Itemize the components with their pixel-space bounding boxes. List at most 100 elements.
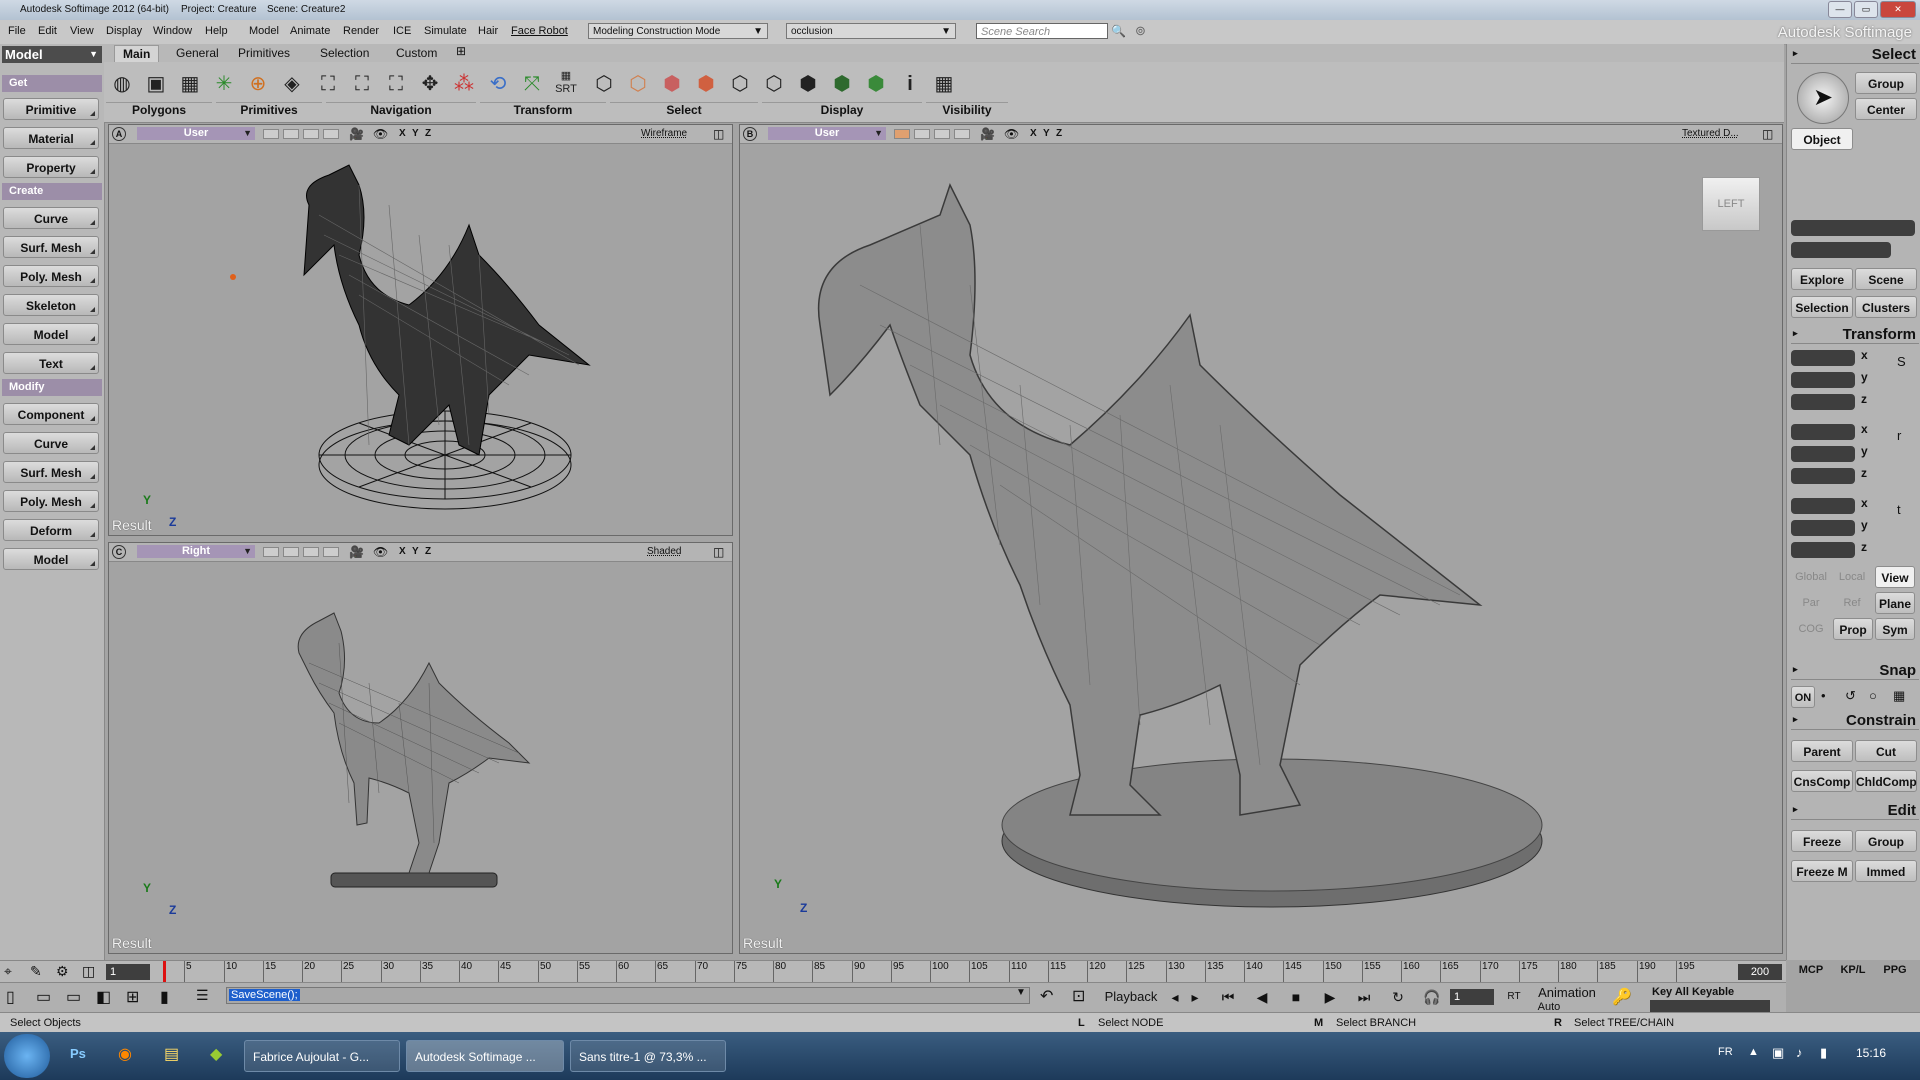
- create-header[interactable]: Create: [2, 183, 102, 200]
- get-property-button[interactable]: Property: [3, 156, 99, 178]
- create-poly-mesh-button[interactable]: Poly. Mesh: [3, 265, 99, 287]
- modify-deform-button[interactable]: Deform: [3, 519, 99, 541]
- info-icon[interactable]: i: [896, 70, 924, 98]
- module-selector[interactable]: Model ▼: [2, 46, 102, 63]
- key-all-keyable[interactable]: Key All Keyable: [1652, 985, 1782, 999]
- explore-button[interactable]: Explore: [1791, 268, 1853, 290]
- firefox-icon[interactable]: ◉: [118, 1044, 132, 1064]
- task-photoshop[interactable]: Sans titre-1 @ 73,3% ...: [570, 1040, 726, 1072]
- select-header[interactable]: Select: [1791, 46, 1919, 64]
- chldcomp-button[interactable]: ChldComp: [1855, 770, 1917, 792]
- prev-key-icon[interactable]: ◂: [1166, 987, 1184, 1007]
- ref-button[interactable]: Ref: [1831, 592, 1873, 614]
- minimize-icon[interactable]: —: [1828, 1, 1852, 18]
- pass-combo[interactable]: occlusion ▼: [786, 23, 956, 39]
- app-icon[interactable]: ◆: [210, 1044, 222, 1064]
- get-header[interactable]: Get: [2, 75, 102, 92]
- scale-z-field[interactable]: [1791, 394, 1855, 410]
- translate-z-field[interactable]: [1791, 542, 1855, 558]
- language-indicator[interactable]: FR: [1718, 1046, 1733, 1058]
- create-text-button[interactable]: Text: [3, 352, 99, 374]
- end-frame-field[interactable]: 200: [1738, 964, 1782, 980]
- select-group-button[interactable]: Group: [1855, 72, 1917, 94]
- layout-quad-icon[interactable]: ⊞: [126, 987, 139, 1007]
- volume-icon[interactable]: ♪: [1796, 1045, 1803, 1060]
- immed-button[interactable]: Immed: [1855, 860, 1917, 882]
- layout-bottom-icon[interactable]: ▭: [66, 987, 81, 1007]
- translate-icon[interactable]: ⤧: [518, 70, 546, 98]
- tray-arrow-icon[interactable]: ▲: [1748, 1046, 1759, 1058]
- network-icon[interactable]: ▣: [1772, 1045, 1784, 1061]
- snap-point-icon[interactable]: •: [1821, 688, 1826, 703]
- history-icon[interactable]: ⊚: [1135, 23, 1146, 39]
- create-skeleton-button[interactable]: Skeleton: [3, 294, 99, 316]
- cog-button[interactable]: COG: [1791, 618, 1831, 640]
- clusters-button[interactable]: Clusters: [1855, 296, 1917, 318]
- get-material-button[interactable]: Material: [3, 127, 99, 149]
- scale-icon[interactable]: S: [1897, 354, 1906, 369]
- layout-side-icon[interactable]: ▮: [160, 987, 169, 1007]
- start-frame-field[interactable]: 1: [106, 964, 150, 980]
- next-key-icon[interactable]: ▸: [1186, 987, 1204, 1007]
- wireframe-icon[interactable]: ⬡: [726, 70, 754, 98]
- viewport-a[interactable]: A User▼ 🎥 👁 X Y Z Wireframe ◫ Y Z Resul: [108, 124, 733, 536]
- menu-ice[interactable]: ICE: [393, 25, 411, 37]
- textured-icon[interactable]: ⬢: [828, 70, 856, 98]
- task-browser[interactable]: Fabrice Aujoulat - G...: [244, 1040, 400, 1072]
- kpl-tab[interactable]: KP/L: [1833, 960, 1873, 980]
- select-polygon-icon[interactable]: ⬢: [692, 70, 720, 98]
- select-point-icon[interactable]: ⬡: [624, 70, 652, 98]
- translate-y-field[interactable]: [1791, 520, 1855, 536]
- keying-set-field[interactable]: [1650, 1000, 1770, 1012]
- global-button[interactable]: Global: [1791, 566, 1831, 588]
- snap-surface-icon[interactable]: ○: [1869, 688, 1877, 703]
- group-polygons[interactable]: Polygons: [106, 102, 212, 117]
- scale-y-field[interactable]: [1791, 372, 1855, 388]
- modify-poly-mesh-button[interactable]: Poly. Mesh: [3, 490, 99, 512]
- null-icon[interactable]: ✳: [210, 70, 238, 98]
- cnscomp-button[interactable]: CnsComp: [1791, 770, 1853, 792]
- parent-button[interactable]: Parent: [1791, 740, 1853, 762]
- select-object-icon[interactable]: ⬡: [590, 70, 618, 98]
- plane-button[interactable]: Plane: [1875, 592, 1915, 614]
- scene-button[interactable]: Scene: [1855, 268, 1917, 290]
- group-navigation[interactable]: Navigation: [326, 102, 476, 117]
- group-visibility[interactable]: Visibility: [926, 102, 1008, 117]
- filter-field[interactable]: [1791, 242, 1891, 258]
- menu-animate[interactable]: Animate: [290, 25, 330, 37]
- viewport-b[interactable]: B User ▼ 🎥 👁 X Y Z Textured D... ◫ LEFT Y…: [739, 124, 1783, 954]
- scene-search-input[interactable]: Scene Search: [976, 23, 1108, 39]
- realtime-toggle[interactable]: RT: [1502, 989, 1526, 1005]
- prop-button[interactable]: Prop: [1833, 618, 1873, 640]
- playback-menu-button[interactable]: Playback: [1102, 987, 1160, 1007]
- sphere-icon[interactable]: ◍: [108, 70, 136, 98]
- key-icon[interactable]: 🔑: [1612, 987, 1632, 1007]
- task-softimage[interactable]: Autodesk Softimage ...: [406, 1040, 564, 1072]
- create-surf-mesh-button[interactable]: Surf. Mesh: [3, 236, 99, 258]
- tab-main[interactable]: Main: [114, 45, 160, 62]
- snap-header[interactable]: Snap: [1791, 662, 1919, 680]
- stop-icon[interactable]: ■: [1284, 987, 1308, 1007]
- menu-render[interactable]: Render: [343, 25, 379, 37]
- visibility-grid-icon[interactable]: ▦: [930, 70, 958, 98]
- snap-on-button[interactable]: ON: [1791, 686, 1815, 708]
- frame-all-icon[interactable]: ⛶: [348, 70, 376, 98]
- freeze-button[interactable]: Freeze: [1791, 830, 1853, 852]
- close-icon[interactable]: ✕: [1880, 1, 1916, 18]
- panel-icon[interactable]: ◫: [82, 963, 95, 980]
- select-arrow-icon[interactable]: ➤: [1797, 72, 1849, 124]
- tab-primitives[interactable]: Primitives: [230, 45, 298, 61]
- tab-general[interactable]: General: [168, 45, 227, 61]
- shaded-icon[interactable]: ⬢: [794, 70, 822, 98]
- cube-icon[interactable]: ▣: [142, 70, 170, 98]
- menu-display[interactable]: Display: [106, 25, 142, 37]
- frame-icon[interactable]: ⛶: [314, 70, 342, 98]
- command-line-input[interactable]: SaveScene();: [226, 987, 1030, 1004]
- loop-icon[interactable]: ↻: [1386, 987, 1410, 1007]
- par-button[interactable]: Par: [1791, 592, 1831, 614]
- search-icon[interactable]: 🔍: [1111, 24, 1126, 38]
- menu-file[interactable]: File: [8, 25, 26, 37]
- translate-x-field[interactable]: [1791, 498, 1855, 514]
- layout-icon[interactable]: ⌖: [4, 963, 12, 980]
- battery-icon[interactable]: ▮: [1820, 1045, 1827, 1061]
